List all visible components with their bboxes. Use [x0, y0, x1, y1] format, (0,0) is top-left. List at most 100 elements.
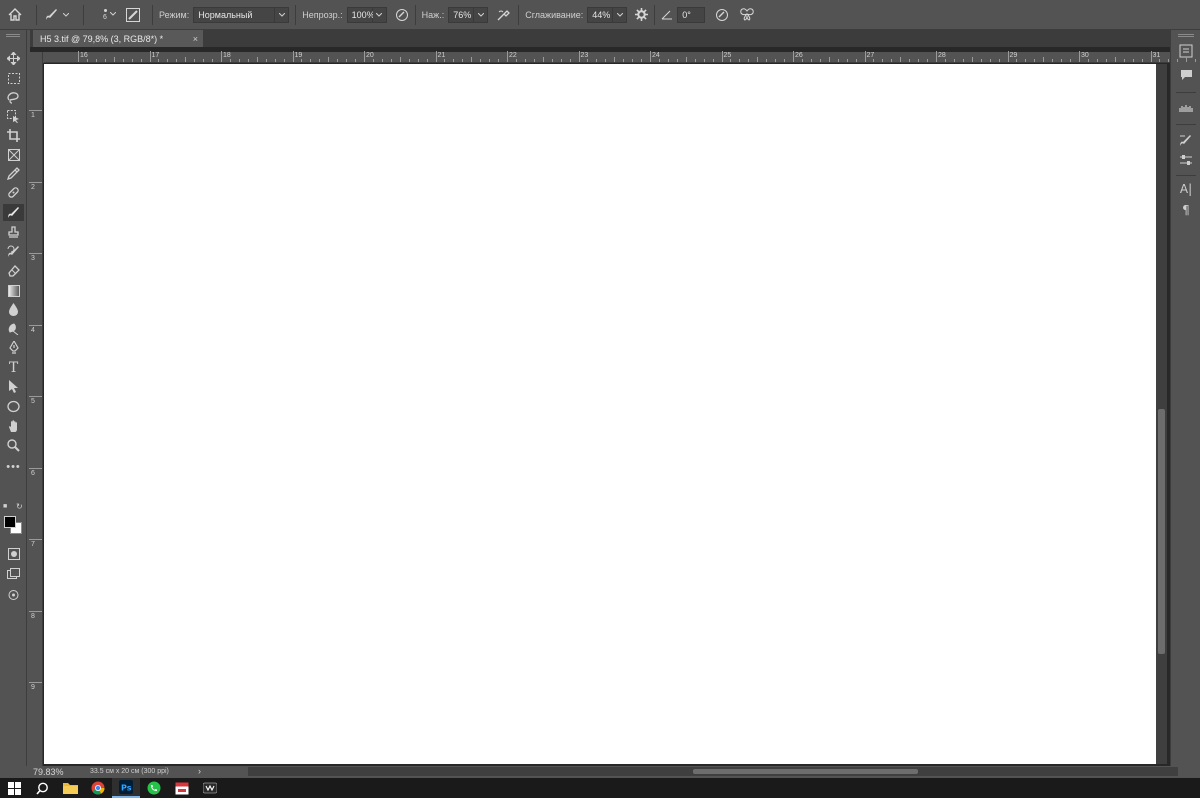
edit-toolbar-button[interactable]: •••	[3, 458, 24, 475]
messenger-button[interactable]	[140, 778, 168, 798]
brush-presets-panel-button[interactable]	[1177, 100, 1195, 116]
blur-tool[interactable]	[3, 301, 24, 318]
brush-settings-toggle[interactable]	[120, 0, 146, 30]
move-tool[interactable]	[3, 50, 24, 67]
zoom-tool[interactable]	[3, 437, 24, 454]
hand-tool[interactable]	[3, 418, 24, 435]
ellipse-icon	[7, 400, 20, 413]
opacity-input[interactable]: 100%	[346, 6, 375, 23]
calendar-app-button[interactable]	[168, 778, 196, 798]
opacity-pressure-icon[interactable]	[395, 8, 409, 22]
ruler-tick	[104, 59, 106, 62]
gradient-tool[interactable]	[3, 282, 24, 299]
crop-tool[interactable]	[3, 127, 24, 144]
ruler-tick	[936, 51, 937, 62]
magnifier-icon	[7, 439, 20, 452]
mode-dropdown-button[interactable]	[275, 6, 290, 23]
horizontal-scroll-thumb[interactable]	[693, 769, 918, 774]
vertical-ruler[interactable]: 1 2 3 4 5 6 7 8 9	[29, 52, 43, 766]
extra-tools-button[interactable]	[3, 586, 24, 603]
windows-taskbar: Ps	[0, 778, 1200, 798]
ruler-tick	[29, 253, 42, 254]
eraser-icon	[8, 265, 20, 277]
ruler-tick	[247, 59, 249, 62]
ruler-tick	[346, 59, 348, 62]
panel-grip[interactable]	[6, 34, 20, 37]
pressure-input[interactable]: 76%	[448, 6, 475, 23]
lasso-tool[interactable]	[3, 89, 24, 106]
object-selection-tool[interactable]	[3, 108, 24, 125]
chrome-button[interactable]	[84, 778, 112, 798]
ruler-tick	[328, 57, 330, 62]
path-selection-tool[interactable]	[3, 378, 24, 395]
search-button[interactable]	[28, 778, 56, 798]
move-icon	[7, 52, 20, 65]
gear-icon[interactable]	[635, 8, 649, 21]
document-tab[interactable]: H5 3.tif @ 79,8% (3, RGB/8*) * ×	[33, 30, 203, 47]
vertical-scroll-thumb[interactable]	[1158, 409, 1165, 654]
status-menu-arrow[interactable]: ›	[198, 766, 201, 776]
airbrush-icon[interactable]	[496, 8, 512, 22]
brush-tool[interactable]	[3, 204, 24, 221]
ellipsis-icon: •••	[6, 460, 21, 473]
home-button[interactable]	[0, 0, 30, 30]
character-panel-button[interactable]: A|	[1177, 181, 1195, 197]
screen-mode-button[interactable]	[3, 565, 24, 582]
pressure-dropdown-button[interactable]	[474, 6, 489, 23]
rectangle-tool[interactable]	[3, 398, 24, 415]
ruler-tick	[944, 59, 946, 62]
ruler-tick	[1034, 59, 1036, 62]
close-tab-button[interactable]: ×	[193, 34, 198, 44]
quick-mask-button[interactable]	[3, 545, 24, 562]
healing-brush-tool[interactable]	[3, 184, 24, 201]
pen-tool[interactable]	[3, 339, 24, 356]
angle-input[interactable]: 0°	[677, 6, 706, 23]
ruler-label: 21	[437, 52, 446, 59]
ruler-tick	[515, 59, 517, 62]
adjustments-panel-button[interactable]	[1177, 152, 1195, 168]
smoothing-input[interactable]: 44%	[587, 6, 614, 23]
paragraph-panel-button[interactable]: ¶	[1177, 202, 1195, 218]
eraser-tool[interactable]	[3, 262, 24, 279]
ruler-tick	[471, 57, 473, 62]
brush-settings-panel-button[interactable]	[1177, 132, 1195, 148]
tool-preset-picker[interactable]	[43, 0, 77, 30]
swap-colors-icon[interactable]: ↻	[16, 502, 23, 511]
history-brush-tool[interactable]	[3, 243, 24, 260]
eyedropper-tool[interactable]	[3, 165, 24, 182]
dodge-tool[interactable]	[3, 320, 24, 337]
photoshop-taskbar-button[interactable]: Ps	[112, 778, 140, 798]
marquee-tool[interactable]	[3, 70, 24, 87]
drawing-canvas[interactable]	[44, 64, 1156, 764]
ruler-label: 30	[1081, 52, 1089, 59]
divider	[1176, 124, 1196, 125]
ruler-tick	[605, 59, 607, 62]
opacity-dropdown-button[interactable]	[372, 6, 387, 23]
clone-stamp-tool[interactable]	[3, 224, 24, 241]
ruler-tick	[131, 59, 133, 62]
ruler-label: 26	[795, 52, 803, 59]
mode-select[interactable]: Нормальный	[193, 6, 276, 23]
ruler-label: 24	[652, 52, 660, 59]
pressure-size-icon[interactable]	[715, 8, 729, 22]
type-tool[interactable]: T	[3, 359, 24, 376]
vertical-scrollbar[interactable]	[1156, 64, 1167, 764]
start-button[interactable]	[0, 778, 28, 798]
symmetry-butterfly-icon[interactable]	[739, 8, 755, 21]
ruler-tick	[1061, 59, 1063, 62]
brush-size-picker[interactable]: 6	[90, 0, 120, 30]
marquee-icon	[7, 73, 20, 84]
status-bar: 79.83% 33.5 см х 20 см (300 ppi) ›	[30, 766, 1178, 778]
foreground-color-swatch[interactable]	[4, 516, 16, 528]
zoom-level[interactable]: 79.83%	[33, 767, 64, 777]
dock-grip[interactable]	[1178, 34, 1194, 37]
smoothing-dropdown-button[interactable]	[613, 6, 628, 23]
frame-tool[interactable]	[3, 146, 24, 163]
ruler-tick	[1016, 59, 1018, 62]
horizontal-scrollbar[interactable]	[248, 767, 1178, 776]
horizontal-ruler[interactable]: 16 17 18 19 20 21 22 23 24 25 26 27 28 29 30 31	[44, 51, 1197, 63]
comments-panel-button[interactable]	[1177, 67, 1195, 83]
default-colors-icon[interactable]: ■	[3, 503, 7, 510]
file-explorer-button[interactable]	[56, 778, 84, 798]
extra-app-button[interactable]	[196, 778, 224, 798]
